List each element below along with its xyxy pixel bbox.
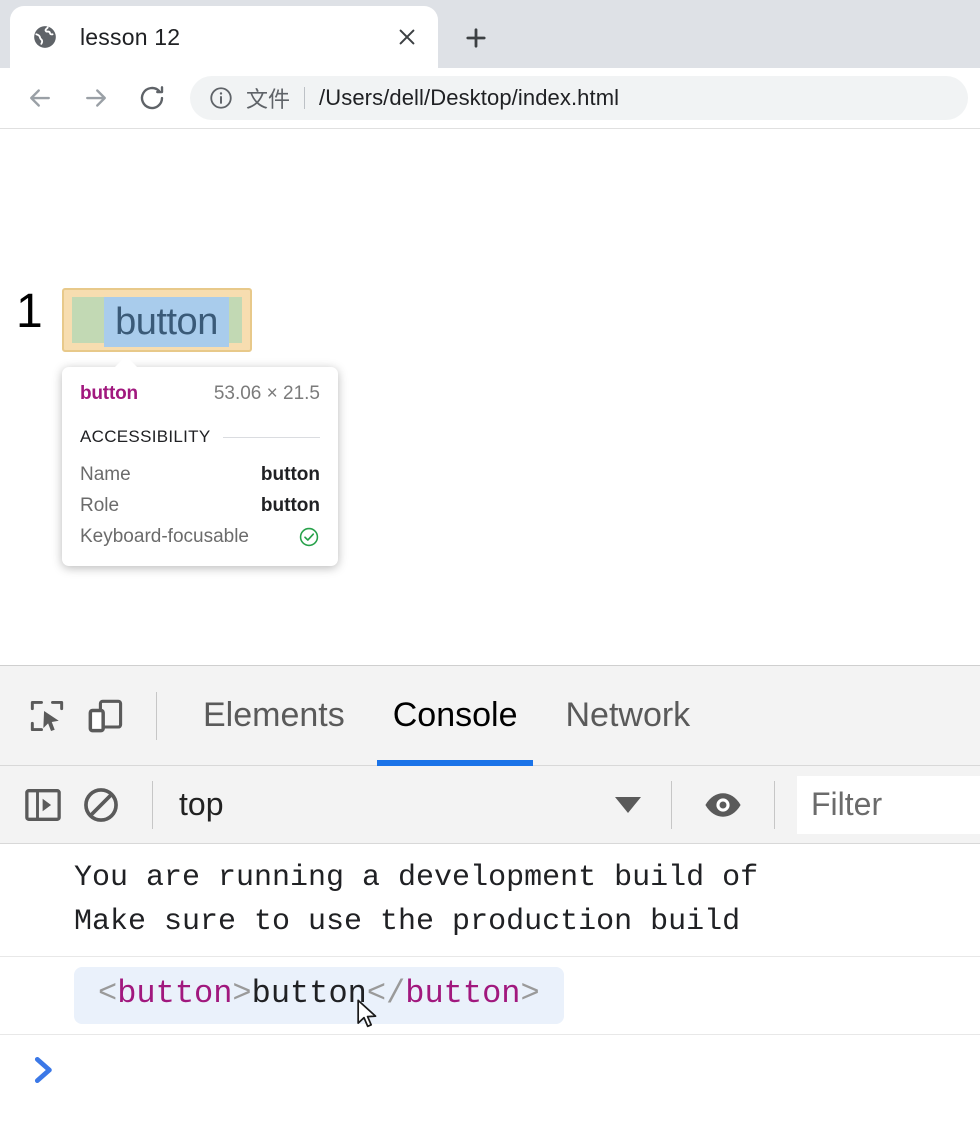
device-toolbar-icon[interactable] (76, 687, 134, 745)
browser-chrome: lesson 12 文件 /Users/dell/Desktop/index.h… (0, 0, 980, 129)
tooltip-row-keyboard-focusable: Keyboard-focusable (80, 521, 320, 552)
address-separator (304, 87, 306, 109)
console-prompt-row[interactable] (0, 1035, 980, 1093)
address-url-text: /Users/dell/Desktop/index.html (319, 85, 620, 110)
tab-strip: lesson 12 (0, 0, 980, 68)
devtools-tab-bar: Elements Console Network (0, 666, 980, 766)
devtools-highlight-margin: button (62, 288, 252, 352)
info-circle-icon[interactable] (208, 85, 234, 111)
console-message-line: You are running a development build of (74, 861, 759, 895)
address-scheme-label: 文件 (246, 87, 291, 112)
inspect-element-icon[interactable] (18, 687, 76, 745)
console-output: You are running a development build of M… (0, 844, 980, 1137)
tooltip-key: Keyboard-focusable (80, 526, 249, 547)
tooltip-key: Role (80, 495, 120, 516)
clear-console-icon[interactable] (72, 776, 130, 834)
tooltip-tag-name: button (80, 383, 138, 404)
tooltip-header: button 53.06 × 21.5 (80, 383, 320, 405)
console-context-label: top (179, 786, 224, 822)
tooltip-dimensions: 53.06 × 21.5 (213, 383, 320, 404)
inspector-tooltip: button 53.06 × 21.5 ACCESSIBILITY Name b… (62, 356, 338, 566)
browser-toolbar: 文件 /Users/dell/Desktop/index.html (0, 68, 980, 128)
toolbar-separator (152, 780, 153, 829)
browser-tab[interactable]: lesson 12 (10, 6, 438, 68)
console-message-warning: You are running a development build of M… (0, 844, 980, 957)
tooltip-row-name: Name button (80, 459, 320, 490)
console-prompt-caret (26, 1053, 60, 1093)
arrow-left-icon[interactable] (12, 70, 68, 126)
address-bar[interactable]: 文件 /Users/dell/Desktop/index.html (190, 76, 968, 120)
reload-icon[interactable] (124, 70, 180, 126)
arrow-right-icon[interactable] (68, 70, 124, 126)
close-icon[interactable] (390, 20, 424, 54)
tooltip-row-role: Role button (80, 490, 320, 521)
eye-icon[interactable] (694, 776, 752, 834)
tab-network[interactable]: Network (541, 666, 714, 766)
console-toolbar: top Filter (0, 766, 980, 844)
tab-elements[interactable]: Elements (179, 666, 369, 766)
tooltip-key: Name (80, 464, 131, 485)
tab-console[interactable]: Console (369, 666, 542, 766)
page-viewport: 1 button button 53.06 × 21.5 ACCESSIBILI… (0, 129, 980, 665)
new-tab-button[interactable] (450, 12, 502, 64)
tooltip-value: button (260, 495, 320, 516)
chevron-down-icon (615, 796, 641, 813)
globe-icon (32, 24, 58, 50)
console-filter-input[interactable]: Filter (797, 775, 980, 834)
token-open-gt: > (232, 975, 252, 1012)
token-close-bracket: </ (366, 975, 406, 1012)
token-open-bracket: < (98, 975, 118, 1012)
console-sidebar-icon[interactable] (14, 776, 72, 834)
devtools-highlight-padding: button (72, 297, 242, 347)
tooltip-section-accessibility: ACCESSIBILITY (80, 427, 320, 447)
toolbar-separator (156, 691, 157, 740)
tooltip-section-title: ACCESSIBILITY (80, 427, 211, 446)
check-circle-icon (298, 526, 320, 548)
token-open-tag: button (117, 975, 233, 1012)
token-close-tag: button (405, 975, 521, 1012)
devtools-panel: Elements Console Network top Filter You … (0, 665, 980, 1137)
tab-title: lesson 12 (80, 23, 181, 50)
page-button-element[interactable]: button (104, 297, 229, 347)
toolbar-separator (671, 780, 672, 829)
tooltip-section-rule (222, 436, 320, 438)
page-button-label: button (115, 301, 218, 343)
console-logged-object-row[interactable]: <button>button</button> (0, 957, 980, 1035)
console-context-selector[interactable]: top (179, 786, 649, 823)
token-inner-text: button (251, 975, 367, 1012)
logged-dom-element[interactable]: <button>button</button> (74, 967, 564, 1024)
token-close-gt: > (520, 975, 540, 1012)
console-message-line: Make sure to use the production build (74, 905, 741, 939)
page-marker-number: 1 (16, 285, 43, 338)
tooltip-value: button (260, 464, 320, 485)
toolbar-separator (774, 780, 775, 829)
